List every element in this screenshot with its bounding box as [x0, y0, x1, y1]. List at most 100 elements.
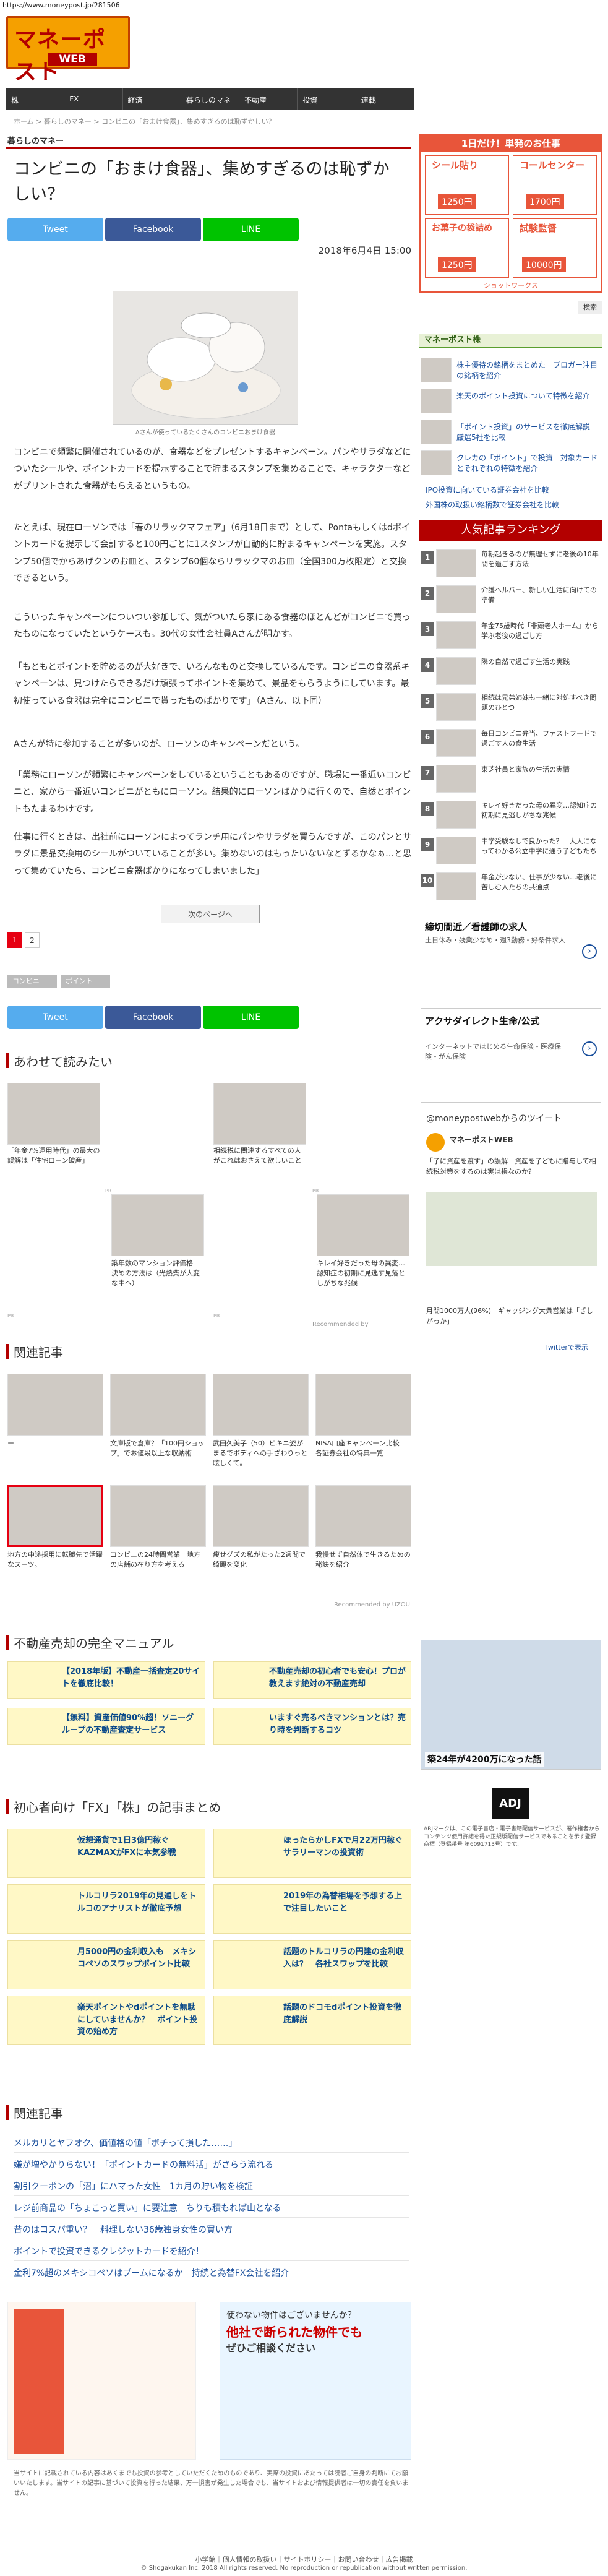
- category-label[interactable]: 暮らしのマネー: [7, 134, 64, 146]
- kanren-title[interactable]: NISA口座キャンペーン比較 各証券会社の特典一覧: [315, 1439, 411, 1458]
- awasete-title-3[interactable]: 築年数のマンション評価格 決めの方法は（光熱費が大変な中へ）: [111, 1259, 204, 1288]
- kabu-text-link[interactable]: IPO投資に向いている証券会社を比較: [426, 485, 602, 496]
- manga-ad[interactable]: [7, 2302, 196, 2460]
- ranking-item[interactable]: 毎朝起きるのが無理せずに老後の10年間を過ごす方法: [481, 549, 602, 569]
- chevron-right-icon[interactable]: ›: [582, 1041, 597, 1056]
- kanren-thumb[interactable]: [213, 1374, 309, 1436]
- kanren-title[interactable]: 武田久美子（50）ビキニ姿がまるでボディへの手ざわりっと眩しくて。: [213, 1439, 309, 1468]
- kanren-title[interactable]: ー: [7, 1439, 103, 1449]
- job-ad-banner[interactable]: 1日だけ！単発のお仕事 シール貼り 1250円 コールセンター 1700円 お菓…: [419, 134, 602, 293]
- fudosan-link[interactable]: 【無料】資産価値90%超！ソニーグループの不動産査定サービス: [62, 1712, 201, 1736]
- facebook-button-bottom[interactable]: Facebook: [105, 1006, 201, 1029]
- ranking-thumb[interactable]: [436, 765, 476, 793]
- job-ad[interactable]: 締切間近／看護師の求人 土日休み・残業少なめ・週3勤務・好条件求人 ›: [421, 916, 601, 1009]
- property-side-ad[interactable]: 築24年が4200万になった話: [421, 1640, 601, 1770]
- ranking-thumb[interactable]: [436, 801, 476, 829]
- awasete-title-2[interactable]: 相続税に関連するすべての人がこれはおさえて欲しいこと: [213, 1146, 306, 1166]
- ranking-item[interactable]: 毎日コンビニ弁当、ファストフードで過ごす人の食生活: [481, 729, 602, 749]
- kabu-thumb[interactable]: [421, 420, 452, 444]
- kanren-thumb[interactable]: [110, 1485, 206, 1547]
- nav-item-keizai[interactable]: 経済: [123, 88, 181, 110]
- search-button[interactable]: 検索: [578, 301, 602, 314]
- facebook-button[interactable]: Facebook: [105, 218, 201, 241]
- site-logo[interactable]: マネーポスト WEB: [6, 16, 130, 85]
- awasete-thumb-2[interactable]: [213, 1083, 306, 1145]
- twitter-embed-link[interactable]: Twitterで表示: [545, 1342, 588, 1352]
- kabu-thumb[interactable]: [421, 389, 452, 413]
- fx-link[interactable]: トルコリラ2019年の見通しをトルコのアナリストが徹底予想: [77, 1890, 201, 1915]
- kabu-link[interactable]: クレカの「ポイント」で投資 対象カードとそれぞれの特徴を紹介: [456, 453, 602, 475]
- property-ad[interactable]: 使わない物件はございませんか？ 他社で断られた物件でも ぜひご相談ください: [220, 2302, 411, 2460]
- kanren-title[interactable]: 痩せグズの私がたった2週間で綺麗を変化: [213, 1550, 309, 1570]
- ranking-thumb[interactable]: [436, 657, 476, 685]
- fx-link[interactable]: 月5000円の金利収入も メキシコペソのスワップポイント比較: [77, 1946, 201, 1970]
- kanren-thumb[interactable]: [7, 1374, 103, 1436]
- kabu-link[interactable]: 「ポイント投資」のサービスを徹底解説 厳選5社を比較: [456, 422, 602, 444]
- related-link[interactable]: 昔のはコスパ重い？ 料理しない36歳独身女性の買い方: [14, 2223, 233, 2236]
- nav-item-kurashi[interactable]: 暮らしのマネー: [181, 88, 240, 115]
- related-link[interactable]: ポイントで投資できるクレジットカードを紹介！: [14, 2245, 204, 2257]
- kanren-thumb[interactable]: [315, 1374, 411, 1436]
- ranking-item[interactable]: 隣の自然で過ごす生活の実践: [481, 657, 602, 667]
- tweet-image[interactable]: [426, 1192, 597, 1266]
- insurance-ad[interactable]: アクサダイレクト生命/公式 インターネットではじめる生命保険・医療保険・がん保険…: [421, 1010, 601, 1103]
- search-input[interactable]: [421, 301, 575, 314]
- fx-link[interactable]: ほったらかしFXで月22万円稼ぐサラリーマンの投資術: [283, 1835, 407, 1859]
- ranking-thumb[interactable]: [436, 693, 476, 721]
- breadcrumb[interactable]: ホーム > 暮らしのマネー > コンビニの「おまけ食器」、集めすぎるのは恥ずかし…: [14, 116, 275, 126]
- keyword-tag[interactable]: コンビニ: [7, 975, 57, 988]
- kanren-thumb[interactable]: [213, 1485, 309, 1547]
- nav-item-fx[interactable]: FX: [64, 88, 123, 110]
- page-1[interactable]: 1: [7, 932, 22, 948]
- fudosan-link[interactable]: 不動産売却の初心者でも安心！プロが教えます絶対の不動産売却: [269, 1666, 408, 1690]
- next-page-button[interactable]: 次のページへ: [161, 905, 260, 923]
- ranking-item[interactable]: 東芝社員と家族の生活の実情: [481, 765, 602, 775]
- line-button-bottom[interactable]: LINE: [203, 1006, 299, 1029]
- ranking-thumb[interactable]: [436, 837, 476, 864]
- kabu-link[interactable]: 株主優待の銘柄をまとめた プロガー注目の銘柄を紹介: [456, 360, 602, 382]
- ranking-item[interactable]: 相続は兄弟姉妹も一緒に対処すべき問題のひとつ: [481, 693, 602, 713]
- kanren-thumb[interactable]: [7, 1485, 103, 1547]
- related-link[interactable]: 金利7%超のメキシコペソはブームになるか 持続と為替FX会社を紹介: [14, 2267, 289, 2279]
- ranking-thumb[interactable]: [436, 585, 476, 613]
- awasete-thumb-4[interactable]: [317, 1194, 409, 1256]
- kanren-title[interactable]: コンビニの24時間営業 地方の店舗の在り方を考える: [110, 1550, 206, 1570]
- fudosan-link[interactable]: 【2018年版】不動産一括査定20サイトを徹底比較！: [62, 1666, 201, 1690]
- fx-link[interactable]: 楽天ポイントやdポイントを無駄にしていませんか？ ポイント投資の始め方: [77, 2002, 201, 2038]
- line-button[interactable]: LINE: [203, 218, 299, 241]
- kabu-link[interactable]: 楽天のポイント投資について特徴を紹介: [456, 391, 602, 402]
- fudosan-link[interactable]: いますぐ売るべきマンションとは？売り時を判断するコツ: [269, 1712, 408, 1736]
- awasete-thumb-3[interactable]: [111, 1194, 204, 1256]
- chevron-right-icon[interactable]: ›: [582, 944, 597, 959]
- awasete-title-4[interactable]: キレイ好きだった母の異変…認知症の初期に見逃す見落としがちな兆候: [317, 1259, 409, 1288]
- ranking-item[interactable]: キレイ好きだった母の異変…認知症の初期に見逃しがちな兆候: [481, 801, 602, 821]
- nav-item-fudosan[interactable]: 不動産: [239, 88, 298, 110]
- kanren-thumb[interactable]: [315, 1485, 411, 1547]
- related-link[interactable]: 嫌が増やかりらない！「ポイントカードの無料活」がさらう流れる: [14, 2158, 273, 2171]
- kanren-thumb[interactable]: [110, 1374, 206, 1436]
- ranking-thumb[interactable]: [436, 549, 476, 577]
- keyword-tag[interactable]: ポイント: [61, 975, 110, 988]
- related-link[interactable]: レジ前商品の「ちょこっと買い」に要注意 ちりも積もれば山となる: [14, 2202, 281, 2214]
- fx-link[interactable]: 話題のトルコリラの円建の金利収入は？ 各社スワップを比較: [283, 1946, 407, 1970]
- related-link[interactable]: メルカリとヤフオク、価値格の値「ポチって損した……」: [14, 2137, 237, 2149]
- related-link[interactable]: 割引クーポンの「沼」にハマった女性 1カ月の貯い物を検証: [14, 2180, 253, 2192]
- page-2[interactable]: 2: [25, 932, 40, 948]
- fx-link[interactable]: 話題のドコモdポイント投資を徹底解説: [283, 2002, 407, 2026]
- fx-link[interactable]: 2019年の為替相場を予想する上で注目したいこと: [283, 1890, 407, 1915]
- kabu-thumb[interactable]: [421, 358, 452, 382]
- fx-link[interactable]: 仮想通貨で1日3億円稼ぐKAZMAXがFXに本気参戦: [77, 1835, 201, 1859]
- kanren-title[interactable]: 我慢せず自然体で生きるための秘訣を紹介: [315, 1550, 411, 1570]
- twitter-widget[interactable]: @moneypostwebからのツイート マネーポストWEB 「子に資産を渡す」…: [421, 1108, 601, 1355]
- nav-item-rensai[interactable]: 連載: [356, 88, 414, 110]
- ranking-item[interactable]: 年金が少ない、仕事が少ない…老後に苦しむ人たちの共通点: [481, 872, 602, 892]
- kanren-title[interactable]: 文庫版で倉庫？「100円ショップ」でお値段以上な収納術: [110, 1439, 206, 1458]
- ranking-thumb[interactable]: [436, 729, 476, 757]
- ranking-item[interactable]: 介護ヘルパー、新しい生活に向けての準備: [481, 585, 602, 605]
- tweet-button[interactable]: Tweet: [7, 218, 103, 241]
- tweet-button-bottom[interactable]: Tweet: [7, 1006, 103, 1029]
- kabu-thumb[interactable]: [421, 450, 452, 475]
- ranking-thumb[interactable]: [436, 872, 476, 900]
- nav-item-toushi[interactable]: 投資: [298, 88, 356, 110]
- awasete-thumb-1[interactable]: [7, 1083, 100, 1145]
